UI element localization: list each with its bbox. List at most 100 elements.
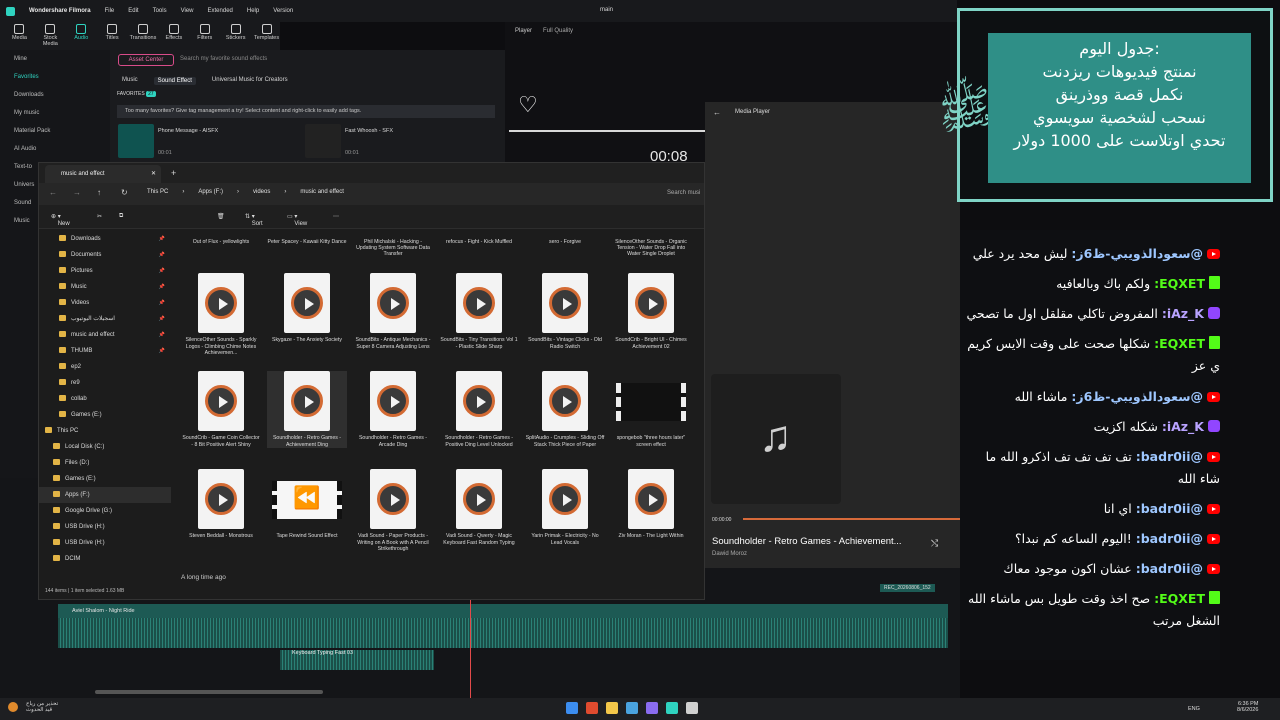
media-player-icon[interactable] [686, 702, 698, 714]
breadcrumb[interactable]: This PC › Apps (F:) › videos › music and… [147, 189, 344, 195]
crumb-apps[interactable]: Apps (F:) [198, 189, 223, 195]
nav-item[interactable]: Games (E:) [39, 471, 171, 487]
file-name[interactable]: sero - Forgive [525, 239, 605, 245]
timeline-scrollbar[interactable] [95, 690, 323, 694]
nav-item[interactable]: USB Drive (H:) [39, 535, 171, 551]
file-item[interactable]: Soundholder - Retro Games - Arcade Ding [353, 371, 433, 448]
file-item[interactable]: SoundCrib - Bright UI - Chimes Achieveme… [611, 273, 691, 350]
group-header[interactable]: A long time ago [181, 574, 226, 581]
nav-item[interactable]: ep2 [39, 359, 171, 375]
file-item[interactable]: Skygaze - The Anxiety Society [267, 273, 347, 344]
file-item[interactable]: ⏪ Tape Rewind Sound Effect [267, 469, 347, 540]
tool-filters[interactable]: Filters [191, 22, 218, 50]
file-item[interactable]: Soundholder - Retro Games - Positive Din… [439, 371, 519, 448]
delete-icon[interactable]: 🗑 [217, 213, 225, 220]
tab-sound-effect[interactable]: Sound Effect [153, 77, 196, 85]
tab-music[interactable]: Music [122, 77, 138, 85]
menu-version[interactable]: Version [273, 8, 293, 14]
file-item[interactable]: SoundBits - Vintage Clicks - Old Radio S… [525, 273, 605, 350]
back-icon[interactable]: ← [49, 188, 57, 197]
up-icon[interactable]: ↑ [97, 188, 101, 197]
explorer-search-input[interactable]: Search musi [667, 190, 700, 196]
forward-icon[interactable]: → [73, 188, 81, 197]
rec-clip[interactable]: REC_20260806_152 [880, 584, 935, 592]
file-item[interactable]: SilenceOther Sounds - Sparkly Logos - Cl… [181, 273, 261, 357]
file-name[interactable]: Phil Michalski - Hacking - Updating Syst… [353, 239, 433, 257]
file-item[interactable]: SoundBits - Antique Mechanics - Super 8 … [353, 273, 433, 350]
start-icon[interactable] [566, 702, 578, 714]
discord-icon[interactable] [646, 702, 658, 714]
file-item[interactable]: Vadi Sound - Paper Products - Writing on… [353, 469, 433, 553]
more-icon[interactable]: ⋯ [333, 213, 339, 220]
sound-card[interactable]: Fast Whoosh - SFX 00:01 [305, 124, 485, 160]
nav-item[interactable]: THUMB 📌 [39, 343, 171, 359]
file-item[interactable]: Steven Beddall - Monstrous [181, 469, 261, 540]
menu-help[interactable]: Help [247, 8, 259, 14]
menu-extended[interactable]: Extended [208, 8, 233, 14]
menu-edit[interactable]: Edit [128, 8, 138, 14]
weather-widget[interactable]: تحذير من رياح قيد الحدوث [26, 701, 58, 713]
nav-item[interactable]: DCIM [39, 551, 171, 567]
preview-scrubber[interactable] [509, 130, 709, 132]
nav-item[interactable]: Pictures 📌 [39, 263, 171, 279]
file-item[interactable]: Yarin Primak - Electricity - No Lead Voc… [525, 469, 605, 546]
nav-item[interactable]: Apps (F:) [39, 487, 171, 503]
crumb-music-and-effect[interactable]: music and effect [300, 189, 344, 195]
sidebar-material-pack[interactable]: Material Pack [0, 122, 110, 140]
terminal-icon[interactable] [626, 702, 638, 714]
tool-stock-media[interactable]: Stock Media [37, 22, 64, 50]
tool-audio[interactable]: Audio [68, 22, 95, 50]
new-tab-icon[interactable]: + [171, 168, 176, 178]
crumb-this-pc[interactable]: This PC [147, 189, 168, 195]
file-name[interactable]: refocus - Fight - Kick Muffled [439, 239, 519, 245]
file-item[interactable]: SplitAudio - Crumples - Sliding Off Stac… [525, 371, 605, 448]
copy-icon[interactable]: ⧉ [119, 213, 123, 220]
tool-transitions[interactable]: Transitions [130, 22, 157, 50]
close-icon[interactable]: ✕ [151, 170, 156, 177]
sidebar-mine[interactable]: Mine [0, 50, 110, 68]
language-indicator[interactable]: ENG [1188, 706, 1200, 712]
quality-select[interactable]: Full Quality [543, 28, 573, 34]
file-item[interactable]: SoundCrib - Game Coin Collector - 8 Bit … [181, 371, 261, 448]
nav-item[interactable]: Music 📌 [39, 279, 171, 295]
nav-item[interactable]: Downloads 📌 [39, 231, 171, 247]
audio-clip[interactable]: Keyboard Typing Fast 03 [280, 650, 434, 670]
refresh-icon[interactable]: ↻ [121, 188, 128, 197]
nav-item[interactable]: اسجيلات اليوتيوب 📌 [39, 311, 171, 327]
playhead[interactable] [470, 598, 471, 698]
menu-file[interactable]: File [105, 8, 115, 14]
weather-warning-icon[interactable] [8, 702, 18, 712]
tool-effects[interactable]: Effects [160, 22, 187, 50]
file-item[interactable]: SoundBits - Tiny Transitions Vol 1 - Pla… [439, 273, 519, 350]
nav-item[interactable]: collab [39, 391, 171, 407]
nav-item[interactable]: Videos 📌 [39, 295, 171, 311]
brave-icon[interactable] [586, 702, 598, 714]
audio-clip[interactable]: Aviel Shalom - Night Ride [58, 604, 948, 618]
tool-media[interactable]: Media [6, 22, 33, 50]
sort-button[interactable]: ⇅ Sort ▾ [245, 213, 263, 227]
nav-item[interactable]: This PC [39, 423, 171, 439]
nav-item[interactable]: Games (E:) [39, 407, 171, 423]
menu-view[interactable]: View [181, 8, 194, 14]
seek-bar[interactable] [743, 518, 960, 520]
nav-item[interactable]: re9 [39, 375, 171, 391]
tool-stickers[interactable]: Stickers [222, 22, 249, 50]
file-name[interactable]: Peter Spacey - Kawaii Kitty Dance [267, 239, 347, 245]
tab-universal-music[interactable]: Universal Music for Creators [212, 77, 288, 85]
nav-item[interactable]: music and effect 📌 [39, 327, 171, 343]
file-name[interactable]: SilenceOther Sounds - Organic Tension - … [611, 239, 691, 257]
shuffle-icon[interactable]: ⤭ [931, 538, 938, 549]
cut-icon[interactable]: ✂ [97, 213, 102, 220]
sidebar-downloads[interactable]: Downloads [0, 86, 110, 104]
nav-item[interactable]: USB Drive (H:) [39, 519, 171, 535]
file-name[interactable]: Out of Flux - yellowlights [181, 239, 261, 245]
file-item[interactable]: Soundholder - Retro Games - Achievement … [267, 371, 347, 448]
file-item[interactable]: Ziv Moran - The Light Within [611, 469, 691, 540]
nav-item[interactable]: Local Disk (C:) [39, 439, 171, 455]
crumb-videos[interactable]: videos [253, 189, 270, 195]
sound-card[interactable]: Phone Message - AISFX 00:01 [118, 124, 298, 160]
filmora-icon[interactable] [666, 702, 678, 714]
new-button[interactable]: ⊕ New ▾ [51, 213, 70, 227]
file-item[interactable]: Vadi Sound - Qwerty - Magic Keyboard Fas… [439, 469, 519, 546]
tool-titles[interactable]: Titles [99, 22, 126, 50]
